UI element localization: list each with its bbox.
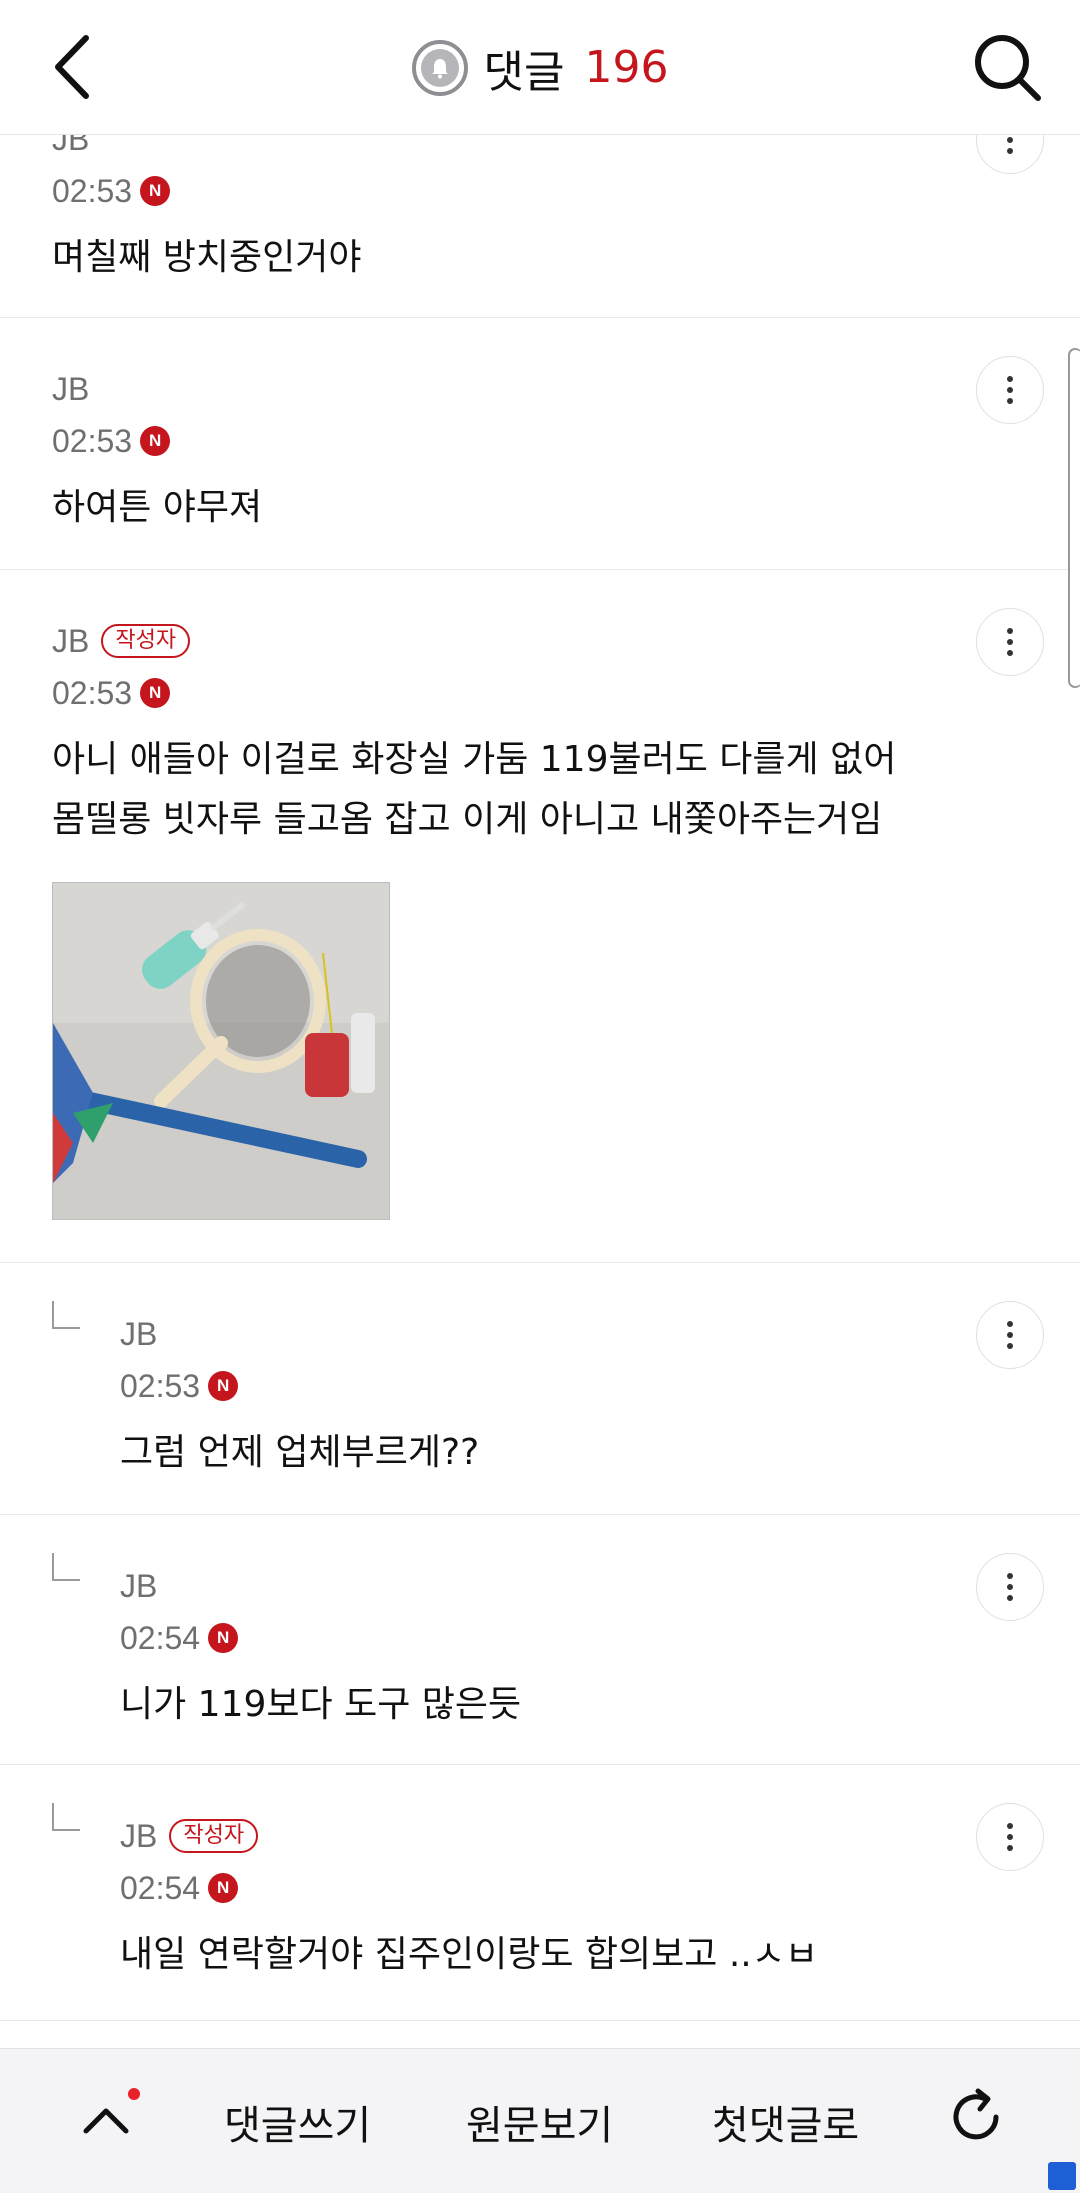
refresh-icon <box>953 2088 999 2140</box>
header-title-group: 댓글 196 <box>0 0 1080 135</box>
comment-time: 02:53 <box>52 674 133 711</box>
chevron-up-icon <box>83 2108 129 2134</box>
comment-text-line: 아니 애들아 이걸로 화장실 가둠 119불러도 다를게 없어 <box>52 739 897 780</box>
reply-arrow-icon <box>52 1553 80 1581</box>
comment-text-line: 하여튼 야무져 <box>52 487 263 528</box>
notification-dot <box>128 2088 140 2100</box>
comment-text: 며칠째 방치중인거야 <box>52 228 362 288</box>
scroll-handle[interactable] <box>1068 348 1080 688</box>
more-options-button[interactable] <box>976 608 1044 676</box>
more-vertical-icon <box>1007 1321 1013 1327</box>
reply-arrow-icon <box>52 1301 80 1329</box>
comment-text-line: 내일 연락할거야 집주인이랑도 합의보고 ..ㅅㅂ <box>120 1934 818 1975</box>
more-options-button[interactable] <box>976 1803 1044 1871</box>
reply-arrow-icon <box>52 1803 80 1831</box>
writer-badge: 작성자 <box>169 1819 259 1853</box>
new-badge-icon: N <box>208 1371 239 1401</box>
bottom-toolbar: 댓글쓰기 원문보기 첫댓글로 <box>0 2048 1080 2193</box>
comment-text: 아니 애들아 이걸로 화장실 가둠 119불러도 다를게 없어 몸띨롱 빗자루 … <box>52 730 896 850</box>
scroll-top-button[interactable] <box>76 2089 136 2149</box>
comment-count: 196 <box>584 42 669 93</box>
refresh-button[interactable] <box>944 2085 1008 2149</box>
search-button[interactable] <box>968 28 1048 108</box>
new-badge-icon: N <box>208 1623 239 1653</box>
comment-author[interactable]: JB <box>52 371 89 408</box>
new-badge-icon: N <box>208 1873 239 1903</box>
comment-author[interactable]: JB <box>120 1818 157 1855</box>
share-icon[interactable] <box>1048 2162 1076 2190</box>
more-vertical-icon <box>1007 1573 1013 1579</box>
more-options-button[interactable] <box>976 356 1044 424</box>
comment-item: JB 02:53 N 하여튼 야무져 <box>0 318 1080 570</box>
comment-item: JB 작성자 02:54 N 내일 연락할거야 집주인이랑도 합의보고 ..ㅅㅂ <box>0 1765 1080 2021</box>
comment-time: 02:53 <box>120 1367 201 1404</box>
new-badge-icon: N <box>140 426 171 456</box>
comment-text-line: 니가 119보다 도구 많은듯 <box>120 1684 522 1725</box>
comment-time: 02:54 <box>120 1869 201 1906</box>
writer-badge: 작성자 <box>101 624 191 658</box>
search-icon <box>975 35 1041 101</box>
bell-icon[interactable] <box>411 39 468 96</box>
first-comment-button[interactable]: 첫댓글로 <box>712 2093 859 2151</box>
more-vertical-icon <box>1007 376 1013 382</box>
comment-text: 니가 119보다 도구 많은듯 <box>120 1675 521 1735</box>
comment-time: 02:53 <box>52 422 133 459</box>
comment-author[interactable]: JB <box>52 623 89 660</box>
comment-text: 그럼 언제 업체부르게?? <box>120 1423 479 1483</box>
comment-item: JB 02:54 N 니가 119보다 도구 많은듯 <box>0 1515 1080 1765</box>
page-title: 댓글 <box>483 46 565 98</box>
comment-author[interactable]: JB <box>120 1568 157 1605</box>
comment-item: JB 작성자 02:53 N 아니 애들아 이걸로 화장실 가둠 119불러도 … <box>0 570 1080 1263</box>
more-options-button[interactable] <box>976 1301 1044 1369</box>
more-options-button[interactable] <box>976 1553 1044 1621</box>
comment-text: 내일 연락할거야 집주인이랑도 합의보고 ..ㅅㅂ <box>120 1925 818 1985</box>
comment-photo[interactable] <box>52 882 390 1220</box>
view-original-button[interactable]: 원문보기 <box>466 2093 613 2151</box>
more-vertical-icon <box>1007 628 1013 634</box>
new-badge-icon: N <box>140 176 171 206</box>
comment-meta: 02:53 N <box>52 166 362 216</box>
comment-text-line: 몸띨롱 빗자루 들고옴 잡고 이게 아니고 내쫓아주는거임 <box>52 799 883 840</box>
comment-text: 하여튼 야무져 <box>52 478 262 538</box>
comment-time: 02:53 <box>52 172 133 209</box>
comment-author[interactable]: JB <box>120 1316 157 1353</box>
new-badge-icon: N <box>140 678 171 708</box>
more-vertical-icon <box>1007 1823 1013 1829</box>
comment-text-line: 그럼 언제 업체부르게?? <box>120 1432 480 1473</box>
comment-item: JB 02:53 N 그럼 언제 업체부르게?? <box>0 1263 1080 1515</box>
comment-text-line: 며칠째 방치중인거야 <box>52 237 362 278</box>
write-comment-button[interactable]: 댓글쓰기 <box>224 2093 371 2151</box>
comment-time: 02:54 <box>120 1619 201 1656</box>
top-app-bar-overlay: 댓글 196 <box>0 0 1080 135</box>
